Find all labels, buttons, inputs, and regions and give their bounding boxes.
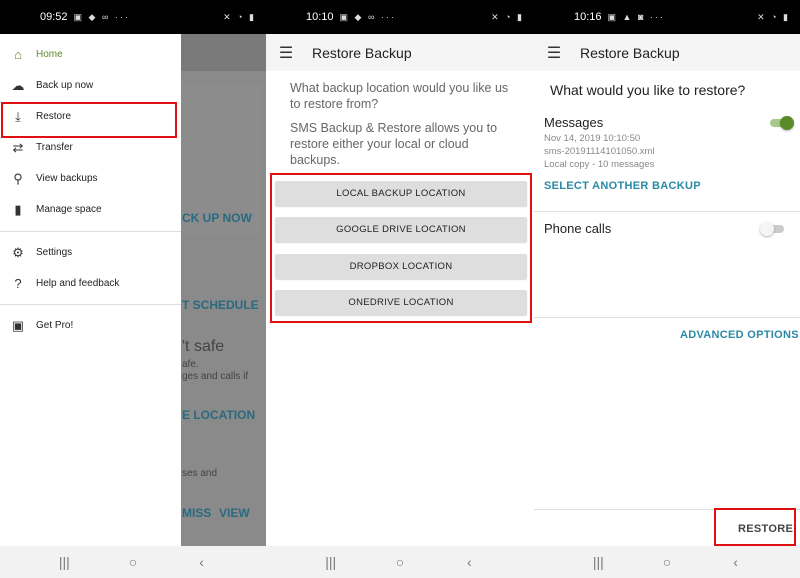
home-nav-icon[interactable]: ○ (118, 554, 148, 570)
drawer-item-settings[interactable]: ⚙ Settings (0, 237, 181, 268)
toggle-knob (760, 222, 774, 236)
search-icon: ⚲ (13, 170, 23, 186)
location-description: SMS Backup & Restore allows you to resto… (290, 121, 498, 167)
drawer-item-label: Home (36, 49, 63, 60)
divider (0, 231, 181, 232)
page-title: Restore Backup (312, 44, 412, 61)
toggle-knob (780, 116, 794, 130)
backup-meta: Local copy - 10 messages (544, 159, 655, 170)
system-nav-bar: ||| ○ ‹ (266, 546, 534, 578)
restore-question: What would you like to restore? (550, 82, 746, 98)
dimmed-app-header (181, 34, 266, 71)
drawer-item-label: Settings (36, 247, 73, 258)
status-bar: 09:52 ▣ ◆ ∞ ··· ✕ ◔ ▮ (0, 0, 266, 34)
system-icons: ✕ ◔ ▮ (757, 11, 790, 22)
backup-now-button[interactable]: CK UP NOW (182, 211, 252, 225)
shop-icon: ▣ (11, 317, 25, 333)
clock: 10:10 (306, 11, 334, 23)
dismiss-button[interactable]: MISS (182, 506, 211, 520)
recents-icon[interactable]: ||| (49, 554, 79, 570)
not-safe-line2: ges and calls if (182, 371, 249, 382)
drawer-item-manage-space[interactable]: ▮ Manage space (0, 194, 181, 225)
recents-icon[interactable]: ||| (316, 554, 346, 570)
cloud-upload-icon: ☁ (11, 77, 25, 93)
drawer-item-backup[interactable]: ☁ Back up now (0, 70, 181, 101)
status-bar: 10:10 ▣ ◆ ∞ ··· ✕ ◔ ▮ (266, 0, 534, 34)
app-bar: ☰ Restore Backup (534, 34, 800, 71)
notification-icons: ▣ ◆ ∞ ··· (73, 11, 130, 22)
back-icon[interactable]: ‹ (721, 554, 751, 570)
drawer-item-help[interactable]: ? Help and feedback (0, 268, 181, 299)
backup-filename: sms-20191114101050.xml (544, 146, 655, 157)
restore-location-screen: 10:10 ▣ ◆ ∞ ··· ✕ ◔ ▮ ☰ Restore Backup W… (266, 0, 534, 578)
divider (0, 304, 181, 305)
highlight-locations (270, 173, 532, 323)
drawer-item-label: Get Pro! (36, 320, 74, 331)
messages-label: Messages (544, 115, 604, 130)
backup-date: Nov 14, 2019 10:10:50 (544, 133, 641, 144)
system-nav-bar: ||| ○ ‹ (534, 546, 800, 578)
system-icons: ✕ ◔ ▮ (223, 11, 256, 22)
highlight-restore (1, 102, 177, 138)
location-question: What backup location would you like us t… (290, 81, 509, 111)
location-button[interactable]: E LOCATION (182, 408, 255, 422)
not-safe-heading: 't safe (182, 338, 225, 355)
drawer-screen: 09:52 ▣ ◆ ∞ ··· ✕ ◔ ▮ CK UP NOW up T SCH… (0, 0, 266, 578)
drawer-item-home[interactable]: ⌂ Home (0, 39, 181, 70)
drawer-item-label: Back up now (36, 80, 94, 91)
page-title: Restore Backup (580, 44, 680, 61)
system-icons: ✕ ◔ ▮ (491, 11, 524, 22)
drawer-item-get-pro[interactable]: ▣ Get Pro! (0, 310, 181, 341)
drawer-item-label: Transfer (36, 142, 73, 153)
app-bar: ☰ Restore Backup (266, 34, 534, 71)
gear-icon: ⚙ (12, 244, 24, 260)
menu-icon[interactable]: ☰ (534, 43, 574, 63)
back-icon[interactable]: ‹ (454, 554, 484, 570)
drawer-item-view-backups[interactable]: ⚲ View backups (0, 163, 181, 194)
home-nav-icon[interactable]: ○ (385, 554, 415, 570)
help-icon: ? (14, 276, 22, 291)
highlight-restore-button (714, 508, 796, 546)
recents-icon[interactable]: ||| (583, 554, 613, 570)
clock: 09:52 (40, 11, 68, 23)
select-another-backup-button[interactable]: SELECT ANOTHER BACKUP (544, 180, 701, 192)
drawer-item-label: Manage space (36, 204, 102, 215)
card-text: ses and (182, 468, 218, 479)
transfer-icon: ⇄ (12, 139, 24, 155)
status-bar: 10:16 ▣ ▲ ◙ ··· ✕ ◔ ▮ (534, 0, 800, 34)
notification-icons: ▣ ▲ ◙ ··· (607, 11, 665, 22)
phone-calls-toggle[interactable] (760, 222, 784, 236)
divider (534, 211, 800, 212)
home-nav-icon[interactable]: ○ (652, 554, 682, 570)
restore-selection-screen: 10:16 ▣ ▲ ◙ ··· ✕ ◔ ▮ ☰ Restore Backup W… (534, 0, 800, 578)
drawer-item-label: Help and feedback (36, 278, 120, 289)
clock: 10:16 (574, 11, 602, 23)
home-icon: ⌂ (14, 47, 22, 62)
advanced-options-button[interactable]: ADVANCED OPTIONS (680, 329, 799, 341)
schedule-button[interactable]: T SCHEDULE (182, 298, 259, 312)
divider (534, 317, 800, 318)
menu-icon[interactable]: ☰ (266, 43, 306, 63)
drawer-item-label: View backups (36, 173, 98, 184)
back-icon[interactable]: ‹ (187, 554, 217, 570)
notification-icons: ▣ ◆ ∞ ··· (339, 11, 396, 22)
view-button[interactable]: VIEW (219, 506, 250, 520)
messages-toggle[interactable] (770, 116, 794, 130)
phone-calls-label: Phone calls (544, 221, 612, 236)
trash-icon: ▮ (14, 201, 22, 217)
system-nav-bar: ||| ○ ‹ (0, 546, 266, 578)
